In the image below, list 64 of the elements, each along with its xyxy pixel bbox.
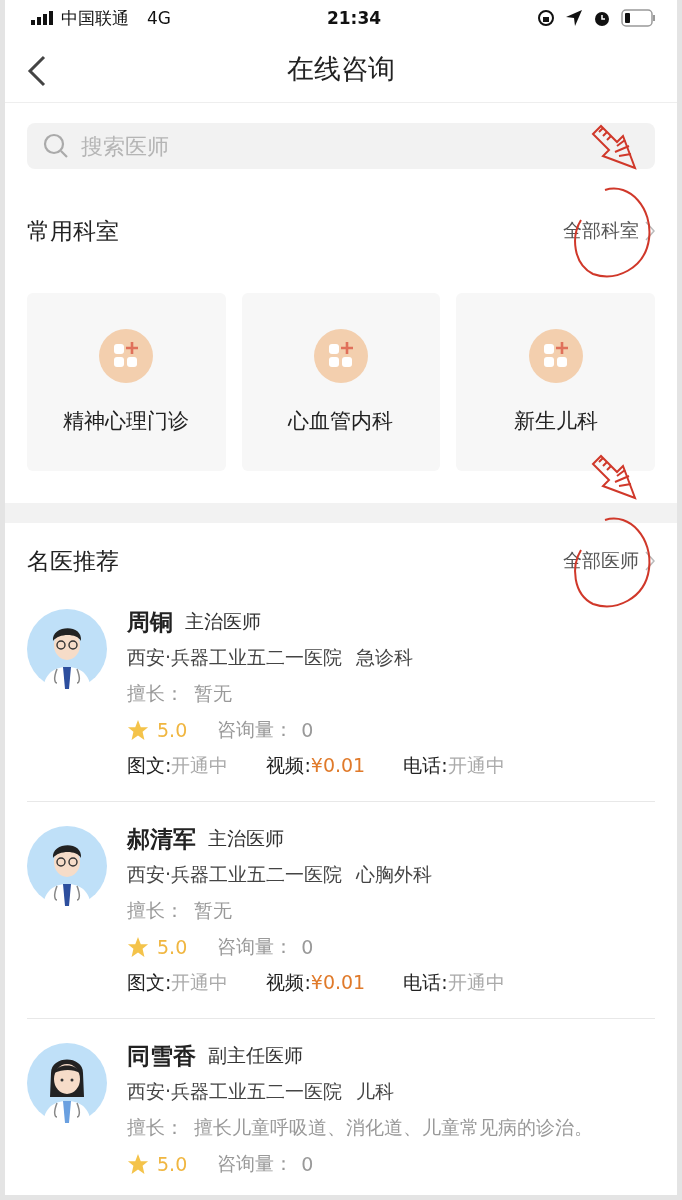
search-icon: [43, 133, 69, 159]
doctor-card[interactable]: 同雪香 副主任医师 西安·兵器工业五二一医院 儿科 擅长： 擅长儿童呼吸道、消化道、儿童常见病的诊治。 5.0 咨询量： 0: [27, 1018, 655, 1195]
doctor-name: 郝清军: [127, 824, 196, 854]
consult-count: 0: [301, 719, 314, 741]
doctor-name: 周铜: [127, 607, 173, 637]
department-name: 急诊科: [356, 645, 414, 670]
rating-value: 5.0: [157, 1153, 188, 1175]
specialty-text: 暂无: [194, 898, 232, 923]
rotation-lock-icon: [537, 9, 555, 27]
section-title: 常用科室: [27, 216, 119, 246]
specialty-label: 擅长：: [127, 898, 184, 923]
department-name: 心胸外科: [356, 862, 433, 887]
location-icon: [565, 9, 583, 27]
specialty-text: 暂无: [194, 681, 232, 706]
hospital-name: 西安·兵器工业五二一医院: [127, 862, 343, 887]
consult-count: 0: [301, 936, 314, 958]
battery-icon: [621, 9, 657, 27]
department-name: 新生儿科: [513, 408, 598, 435]
department-icon: [99, 329, 154, 383]
doctor-card[interactable]: 周铜 主治医师 西安·兵器工业五二一医院 急诊科 擅长： 暂无 5.0 咨询量： 0 图文:开通中 视频:¥0.01 电话:开通中: [27, 599, 655, 801]
department-card[interactable]: 精神心理门诊: [27, 293, 226, 471]
service-info: 视频:¥0.01: [266, 753, 366, 778]
star-icon: [127, 936, 149, 958]
section-title: 名医推荐: [27, 546, 119, 576]
service-info: 电话:开通中: [403, 970, 505, 995]
page-title: 在线咨询: [287, 52, 395, 86]
consult-count: 0: [301, 1153, 314, 1175]
search-field[interactable]: 搜索医师: [27, 123, 655, 169]
department-icon: [314, 329, 368, 383]
department-name: 儿科: [356, 1079, 395, 1104]
alarm-icon: [593, 9, 611, 27]
doctor-title: 副主任医师: [208, 1043, 303, 1068]
hospital-name: 西安·兵器工业五二一医院: [127, 1079, 343, 1104]
star-icon: [127, 1153, 149, 1175]
doctor-title: 主治医师: [185, 609, 261, 634]
department-card[interactable]: 心血管内科: [241, 293, 441, 471]
department-card[interactable]: 新生儿科: [456, 293, 655, 471]
signal-icon: [31, 11, 55, 25]
department-name: 心血管内科: [288, 408, 394, 435]
star-icon: [127, 719, 149, 741]
specialty-text: 擅长儿童呼吸道、消化道、儿童常见病的诊治。: [194, 1115, 593, 1140]
hospital-name: 西安·兵器工业五二一医院: [127, 645, 343, 670]
consult-label: 咨询量：: [217, 1151, 294, 1176]
service-info: 视频:¥0.01: [266, 970, 366, 995]
specialty-label: 擅长：: [127, 1115, 184, 1140]
consult-label: 咨询量：: [217, 717, 294, 742]
back-button[interactable]: [27, 55, 47, 87]
doctor-title: 主治医师: [208, 826, 284, 851]
department-icon: [528, 329, 583, 383]
doctor-name: 同雪香: [127, 1041, 196, 1071]
chevron-right-icon: [645, 551, 655, 571]
network-type: 4G: [147, 8, 171, 28]
chevron-right-icon: [645, 221, 655, 241]
service-info: 图文:开通中: [127, 753, 229, 778]
department-name: 精神心理门诊: [63, 408, 190, 435]
specialty-label: 擅长：: [127, 681, 184, 706]
rating-value: 5.0: [157, 936, 188, 958]
service-info: 电话:开通中: [403, 753, 505, 778]
rating-value: 5.0: [157, 719, 188, 741]
carrier-name: 中国联通: [61, 6, 129, 30]
service-info: 图文:开通中: [127, 970, 229, 995]
clock-time: 21:34: [326, 8, 382, 28]
doctor-card[interactable]: 郝清军 主治医师 西安·兵器工业五二一医院 心胸外科 擅长： 暂无 5.0 咨询量： 0 图文:开通中 视频:¥0.01 电话:开通中: [27, 801, 655, 1018]
consult-label: 咨询量：: [217, 934, 294, 959]
